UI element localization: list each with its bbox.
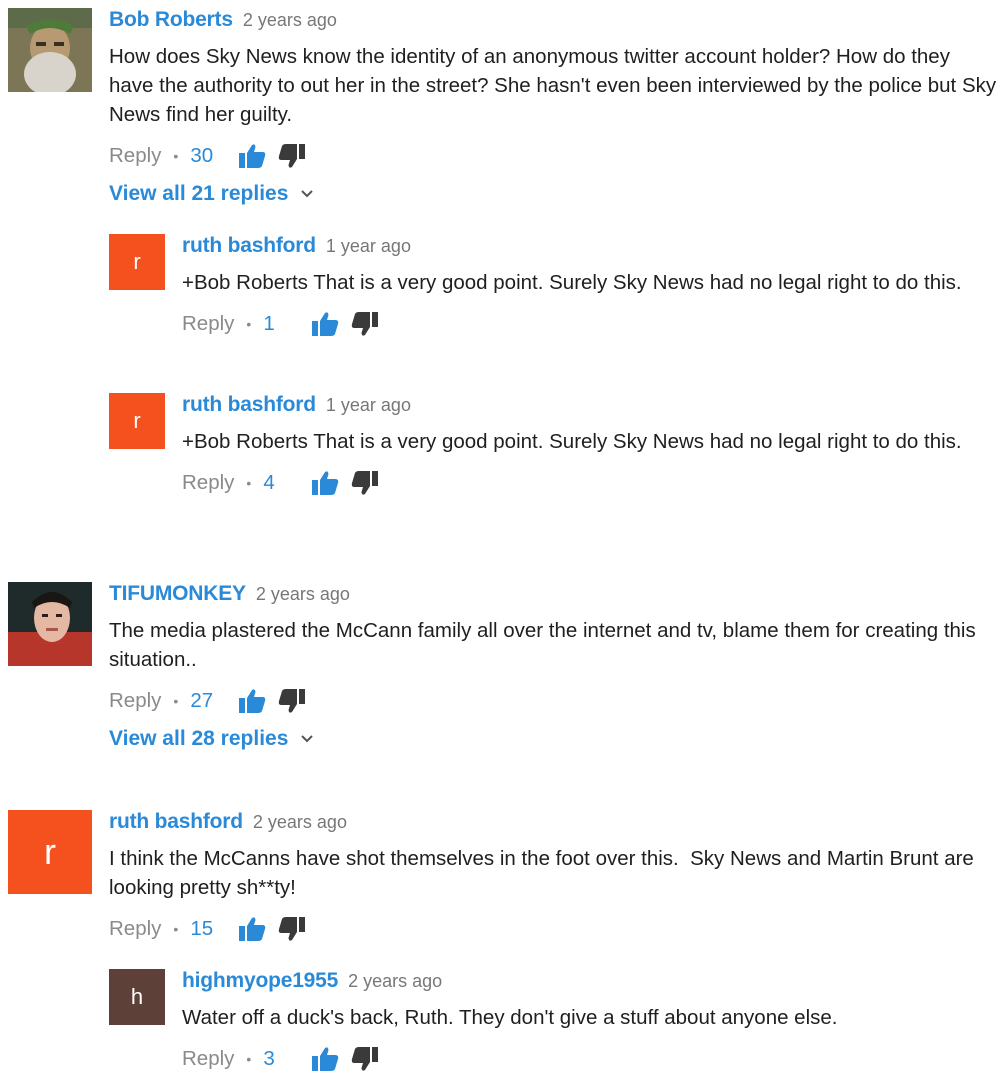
thumbs-up-icon[interactable]: [238, 688, 266, 714]
like-count: 3: [263, 1047, 275, 1070]
reply-thread: r ruth bashford 1 year ago +Bob Roberts …: [109, 393, 998, 498]
thumbs-down-icon[interactable]: [351, 1046, 379, 1072]
comment-text: The media plastered the McCann family al…: [109, 619, 982, 671]
thumbs-up-icon[interactable]: [238, 916, 266, 942]
author-name[interactable]: ruth bashford: [182, 234, 316, 258]
view-replies-label: View all 21 replies: [109, 182, 289, 205]
chevron-down-icon: [301, 735, 314, 743]
timestamp[interactable]: 1 year ago: [326, 395, 411, 416]
chevron-down-icon: [301, 190, 314, 198]
thumbs-down-icon[interactable]: [351, 311, 379, 337]
comment-body: highmyope1955 2 years ago Water off a du…: [182, 969, 998, 1074]
reply-button[interactable]: Reply: [182, 312, 234, 336]
author-name[interactable]: ruth bashford: [109, 810, 243, 834]
thumbs-down-icon[interactable]: [278, 916, 306, 942]
comment-actions: Reply • 3: [182, 1044, 998, 1074]
comment-text: Water off a duck's back, Ruth. They don'…: [182, 1006, 838, 1029]
like-count: 4: [263, 471, 275, 494]
thumbs-down-icon[interactable]: [278, 688, 306, 714]
man-photo-avatar-icon: [8, 582, 92, 666]
comment-actions: Reply • 4: [182, 468, 998, 498]
comment-actions: Reply • 1: [182, 309, 998, 339]
avatar[interactable]: r: [8, 810, 92, 894]
comment-header: ruth bashford 1 year ago: [182, 393, 998, 421]
comment-actions: Reply • 27: [109, 686, 998, 716]
comment-body: TIFUMONKEY 2 years ago The media plaster…: [109, 582, 998, 754]
comment-header: ruth bashford 2 years ago: [109, 810, 998, 838]
reply-button[interactable]: Reply: [109, 144, 161, 168]
reply-button[interactable]: Reply: [109, 917, 161, 941]
author-name[interactable]: TIFUMONKEY: [109, 582, 246, 606]
like-count: 1: [263, 312, 275, 335]
timestamp[interactable]: 1 year ago: [326, 236, 411, 257]
comment-thread: Bob Roberts 2 years ago How does Sky New…: [8, 8, 998, 209]
comment-header: highmyope1955 2 years ago: [182, 969, 998, 997]
timestamp[interactable]: 2 years ago: [243, 10, 337, 31]
avatar[interactable]: r: [109, 393, 165, 449]
thumbs-up-icon[interactable]: [311, 1046, 339, 1072]
comment-text: +Bob Roberts That is a very good point. …: [182, 271, 962, 294]
like-count: 27: [190, 689, 214, 712]
timestamp[interactable]: 2 years ago: [253, 812, 347, 833]
avatar[interactable]: [8, 8, 92, 92]
comment-actions: Reply • 15: [109, 914, 998, 944]
comment-actions: Reply • 30: [109, 141, 998, 171]
avatar[interactable]: r: [109, 234, 165, 290]
thumbs-down-icon[interactable]: [351, 470, 379, 496]
comment-header: ruth bashford 1 year ago: [182, 234, 998, 262]
comment-text: I think the McCanns have shot themselves…: [109, 847, 980, 899]
comment-thread: TIFUMONKEY 2 years ago The media plaster…: [8, 582, 998, 754]
thumbs-up-icon[interactable]: [311, 311, 339, 337]
thumbs-down-icon[interactable]: [278, 143, 306, 169]
reply-thread: r ruth bashford 1 year ago +Bob Roberts …: [109, 234, 998, 339]
comment-body: Bob Roberts 2 years ago How does Sky New…: [109, 8, 998, 209]
avatar-letter: h: [130, 984, 144, 1009]
comment-thread: r ruth bashford 2 years ago I think the …: [8, 810, 998, 944]
timestamp[interactable]: 2 years ago: [256, 584, 350, 605]
statue-photo-avatar-icon: [8, 8, 92, 92]
comment-body: ruth bashford 2 years ago I think the Mc…: [109, 810, 998, 944]
view-replies-button[interactable]: View all 21 replies: [109, 179, 998, 209]
separator-dot: •: [246, 1051, 252, 1067]
comment-header: TIFUMONKEY 2 years ago: [109, 582, 998, 610]
comment-body: ruth bashford 1 year ago +Bob Roberts Th…: [182, 393, 998, 498]
avatar[interactable]: [8, 582, 92, 666]
comment-header: Bob Roberts 2 years ago: [109, 8, 998, 36]
comment-body: ruth bashford 1 year ago +Bob Roberts Th…: [182, 234, 998, 339]
reply-thread: h highmyope1955 2 years ago Water off a …: [109, 969, 998, 1074]
thumbs-up-icon[interactable]: [311, 470, 339, 496]
reply-button[interactable]: Reply: [182, 471, 234, 495]
separator-dot: •: [246, 316, 252, 332]
view-replies-label: View all 28 replies: [109, 727, 289, 750]
like-count: 15: [190, 917, 214, 940]
timestamp[interactable]: 2 years ago: [348, 971, 442, 992]
avatar-letter: r: [133, 408, 141, 433]
separator-dot: •: [173, 921, 179, 937]
comment-text: How does Sky News know the identity of a…: [109, 45, 1002, 126]
author-name[interactable]: highmyope1955: [182, 969, 338, 993]
reply-button[interactable]: Reply: [182, 1047, 234, 1071]
author-name[interactable]: ruth bashford: [182, 393, 316, 417]
like-count: 30: [190, 144, 214, 167]
separator-dot: •: [246, 475, 252, 491]
avatar[interactable]: h: [109, 969, 165, 1025]
avatar-letter: r: [133, 249, 141, 274]
thumbs-up-icon[interactable]: [238, 143, 266, 169]
separator-dot: •: [173, 148, 179, 164]
comment-text: +Bob Roberts That is a very good point. …: [182, 430, 962, 453]
view-replies-button[interactable]: View all 28 replies: [109, 724, 998, 754]
separator-dot: •: [173, 693, 179, 709]
avatar-letter: r: [44, 831, 56, 872]
author-name[interactable]: Bob Roberts: [109, 8, 233, 32]
reply-button[interactable]: Reply: [109, 689, 161, 713]
